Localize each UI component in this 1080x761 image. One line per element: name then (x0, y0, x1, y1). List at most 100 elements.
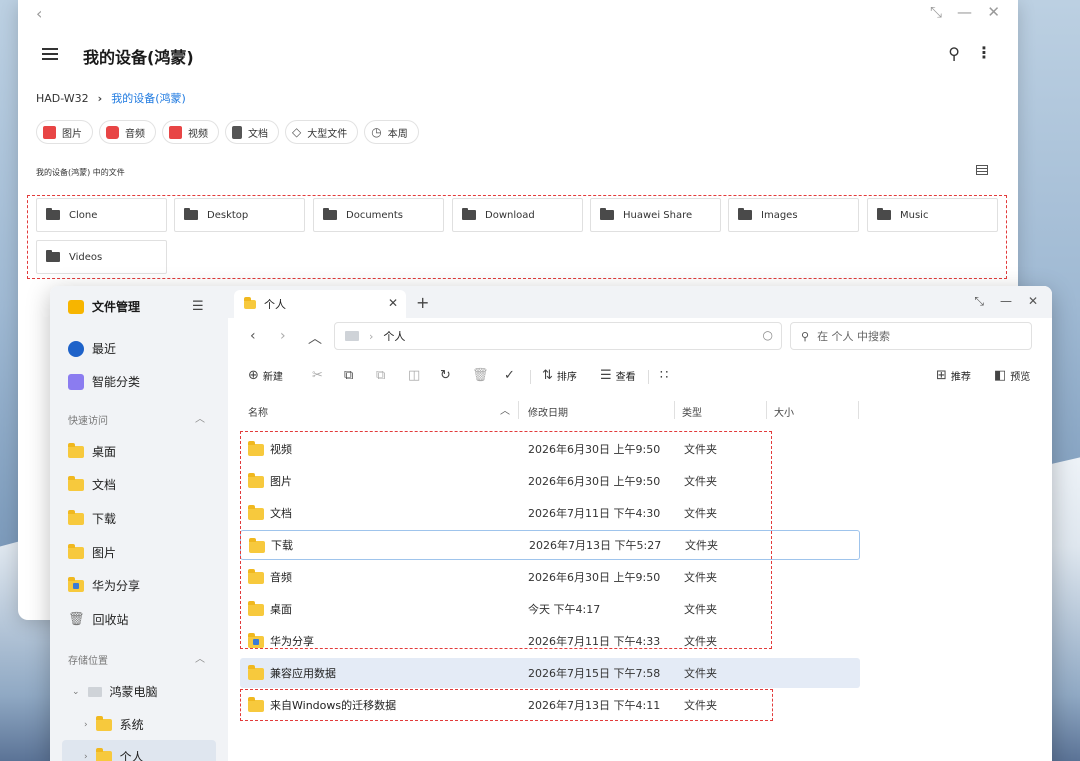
table-row[interactable]: 文档 2026年7月11日 下午4:30 文件夹 (240, 498, 860, 528)
table-row[interactable]: 来自Windows的迁移数据 2026年7月13日 下午4:11 文件夹 (240, 690, 860, 720)
close-icon[interactable]: ✕ (1028, 294, 1038, 308)
toolbar: ⊕ 新建 ✂ ⧉ ⧉ ◫ ↻ 🗑 ✓ ⇅ 排序 ☰ 查看 ∷ ⊞ 推荐 ◧ 预览 (228, 358, 1052, 394)
close-tab-icon[interactable]: ✕ (388, 296, 398, 310)
minimize-icon[interactable]: — (957, 3, 972, 21)
new-button[interactable]: ⊕ 新建 (248, 368, 283, 383)
back-icon[interactable]: ‹ (36, 4, 42, 23)
preview-button[interactable]: ◧ 预览 (994, 368, 1030, 383)
folder-card[interactable]: Videos (36, 240, 167, 274)
restore-icon[interactable]: ⤡ (930, 3, 942, 21)
sidebar-item-trash[interactable]: 🗑 回收站 (68, 611, 129, 628)
chip-large-files[interactable]: ◇ 大型文件 (285, 120, 359, 144)
table-row[interactable]: 兼容应用数据 2026年7月15日 下午7:58 文件夹 (240, 658, 860, 688)
breadcrumb-current[interactable]: 我的设备(鸿蒙) (111, 92, 186, 105)
sidebar-item-pictures[interactable]: 图片 (68, 543, 116, 561)
table-row[interactable]: 音频 2026年6月30日 上午9:50 文件夹 (240, 562, 860, 592)
table-row[interactable]: 桌面 今天 下午4:17 文件夹 (240, 594, 860, 624)
forward-icon[interactable]: › (280, 328, 286, 344)
sidebar-item-desktop[interactable]: 桌面 (68, 442, 117, 460)
sort-ascending-icon[interactable]: ︿ (500, 402, 510, 417)
sidebar-toggle-icon[interactable]: ☰ (192, 299, 204, 314)
refresh-icon[interactable]: ○ (763, 328, 773, 342)
up-icon[interactable]: ︿ (308, 328, 322, 348)
column-name[interactable]: 名称 (248, 404, 268, 419)
view-button[interactable]: ☰ 查看 (600, 368, 636, 383)
cut-button[interactable]: ✂ (312, 368, 323, 383)
sidebar-item-recent[interactable]: 最近 (68, 340, 116, 357)
folder-card[interactable]: Images (728, 198, 859, 232)
share-badge (253, 639, 259, 645)
chip-documents[interactable]: 文档 (225, 120, 279, 144)
column-divider[interactable] (518, 401, 519, 419)
share-folder-icon (248, 633, 264, 648)
address-path[interactable]: 个人 (383, 328, 405, 344)
rename-button[interactable]: ◫ (408, 368, 420, 383)
folder-card[interactable]: Desktop (174, 198, 305, 232)
address-bar[interactable]: › 个人 ○ (334, 322, 782, 350)
sidebar-item-huawei-share[interactable]: 华为分享 (68, 576, 140, 594)
chip-label: 大型文件 (307, 128, 348, 140)
menu-icon[interactable] (42, 48, 58, 60)
sidebar-item-documents[interactable]: 文档 (68, 475, 116, 493)
folder-card[interactable]: Music (867, 198, 998, 232)
tab-personal[interactable]: 个人 ✕ (234, 290, 406, 318)
folder-card[interactable]: Download (452, 198, 583, 232)
column-divider[interactable] (674, 401, 675, 419)
sidebar-item-computer[interactable]: ⌄ 鸿蒙电脑 (72, 683, 158, 700)
folder-label: Images (761, 209, 798, 221)
chip-images[interactable]: 图片 (36, 120, 93, 144)
column-divider[interactable] (766, 401, 767, 419)
back-icon[interactable]: ‹ (250, 328, 256, 344)
table-row[interactable]: 视频 2026年6月30日 上午9:50 文件夹 (240, 434, 860, 464)
image-icon (43, 125, 56, 139)
sort-button[interactable]: ⇅ 排序 (542, 368, 577, 383)
list-view-icon[interactable] (976, 165, 988, 175)
download-folder-icon (68, 509, 84, 525)
chip-video[interactable]: 视频 (162, 120, 219, 144)
table-row[interactable]: 华为分享 2026年7月11日 下午4:33 文件夹 (240, 626, 860, 656)
table-row[interactable]: 下载 2026年7月13日 下午5:27 文件夹 (240, 530, 860, 560)
folder-card[interactable]: Documents (313, 198, 444, 232)
select-button[interactable]: ✓ (504, 368, 515, 383)
chip-audio[interactable]: 音频 (99, 120, 156, 144)
restore-icon[interactable]: ⤡ (974, 294, 984, 309)
quick-access-header[interactable]: 快速访问 (68, 412, 108, 427)
sidebar-item-label: 最近 (92, 342, 117, 356)
search-input[interactable]: ⚲ 在 个人 中搜索 (790, 322, 1032, 350)
sidebar-item-downloads[interactable]: 下载 (68, 509, 116, 527)
folder-card[interactable]: Huawei Share (590, 198, 721, 232)
minimize-icon[interactable]: — (1000, 294, 1012, 308)
column-type[interactable]: 类型 (682, 404, 702, 419)
folder-icon (248, 665, 264, 680)
collapse-icon[interactable]: ︿ (195, 650, 205, 665)
recommend-button[interactable]: ⊞ 推荐 (936, 368, 971, 383)
column-modified[interactable]: 修改日期 (528, 404, 568, 419)
folder-card[interactable]: Clone (36, 198, 167, 232)
share-button[interactable]: ↻ (440, 368, 451, 383)
chevron-down-icon: ⌄ (72, 686, 80, 697)
file-type: 文件夹 (684, 443, 717, 456)
sidebar-item-smart-category[interactable]: 智能分类 (68, 373, 140, 390)
breadcrumb: HAD-W32 › 我的设备(鸿蒙) (36, 90, 186, 106)
file-date: 2026年7月11日 下午4:30 (528, 507, 661, 520)
add-tab-icon[interactable]: + (416, 293, 429, 312)
sort-label: 排序 (556, 372, 577, 383)
file-name: 视频 (270, 443, 292, 456)
column-size[interactable]: 大小 (774, 404, 794, 419)
close-icon[interactable]: ✕ (987, 3, 1000, 21)
column-divider[interactable] (858, 401, 859, 419)
sidebar-item-system[interactable]: › 系统 (84, 715, 144, 733)
more-icon[interactable]: ⋮ (976, 43, 992, 62)
table-row[interactable]: 图片 2026年6月30日 上午9:50 文件夹 (240, 466, 860, 496)
more-options-button[interactable]: ∷ (660, 368, 668, 383)
storage-header[interactable]: 存储位置 (68, 652, 108, 667)
sidebar-item-label: 桌面 (92, 445, 117, 459)
breadcrumb-root[interactable]: HAD-W32 (36, 92, 89, 105)
chip-this-week[interactable]: ◷ 本周 (364, 120, 419, 144)
sidebar-item-personal[interactable]: › 个人 (84, 747, 144, 761)
copy-button[interactable]: ⧉ (344, 368, 353, 383)
delete-button[interactable]: 🗑 (472, 368, 489, 383)
collapse-icon[interactable]: ︿ (195, 410, 205, 425)
search-icon[interactable]: ⚲ (948, 44, 960, 63)
paste-button[interactable]: ⧉ (376, 368, 385, 383)
